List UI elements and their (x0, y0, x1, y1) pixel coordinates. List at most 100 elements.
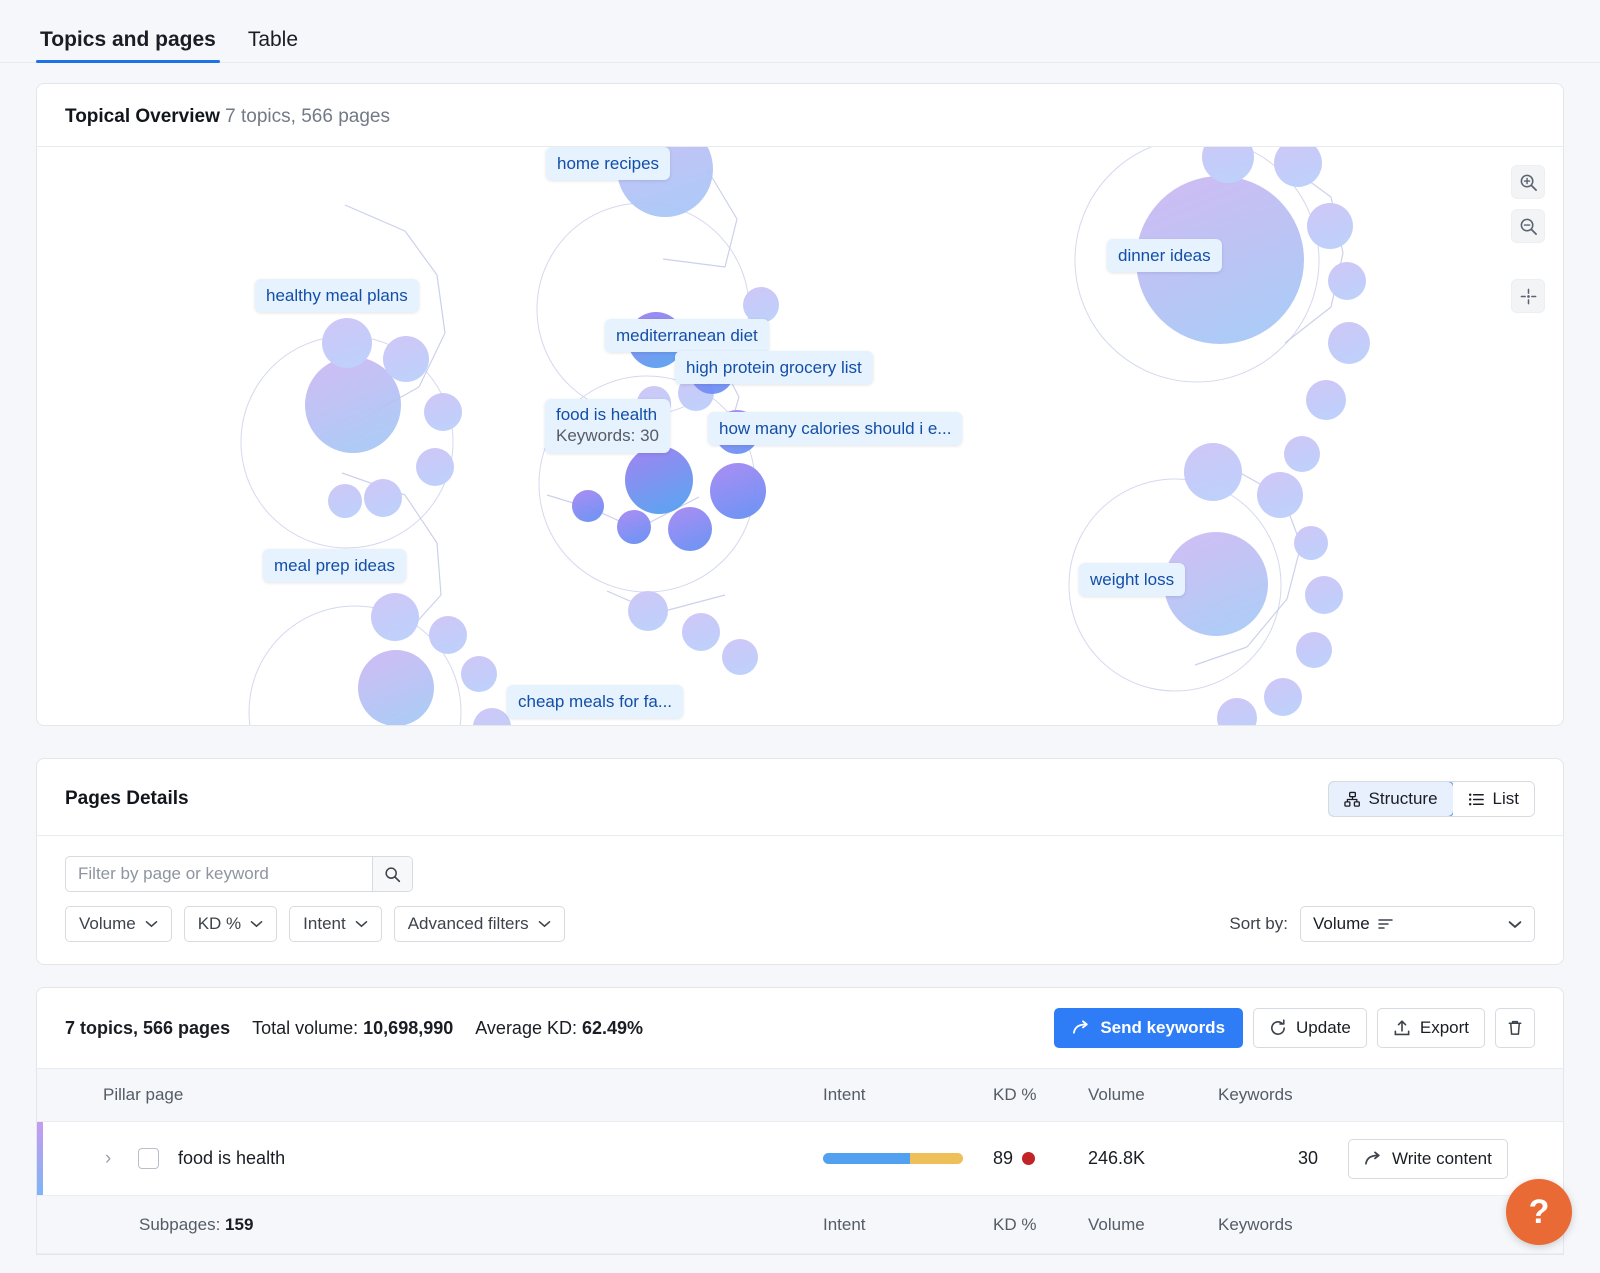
filter-kd[interactable]: KD % (183, 906, 278, 942)
filter-kd-label: KD % (197, 914, 242, 933)
tab-bar: Topics and pages Table (0, 0, 1600, 63)
write-content-button[interactable]: Write content (1348, 1138, 1508, 1179)
graph-node-how-many-calories[interactable]: how many calories should i e... (708, 412, 963, 446)
send-keywords-button[interactable]: Send keywords (1054, 1008, 1244, 1048)
summary-stats: 7 topics, 566 pages Total volume: 10,698… (65, 1018, 643, 1039)
graph-node-food-is-health-keywords: Keywords: 30 (556, 426, 659, 446)
fit-to-screen-button[interactable] (1511, 279, 1545, 313)
pages-table: Pillar page Intent KD % Volume Keywords … (36, 1068, 1564, 1255)
view-toggle-list[interactable]: List (1452, 782, 1534, 816)
graph-node-food-is-health[interactable]: food is health Keywords: 30 (545, 399, 670, 453)
pages-details-header: Pages Details Structure List (37, 759, 1563, 836)
pages-details-title: Pages Details (65, 788, 189, 809)
graph-zoom-controls (1511, 165, 1545, 313)
page-title: Topical Overview 7 topics, 566 pages (65, 106, 390, 128)
filter-intent-label: Intent (303, 914, 346, 933)
zoom-out-icon (1520, 218, 1537, 235)
cluster-dinner-ideas (1136, 147, 1370, 472)
row-keywords: 30 (1297, 1148, 1318, 1168)
chevron-down-icon (145, 921, 158, 928)
filter-volume[interactable]: Volume (65, 906, 172, 942)
zoom-out-button[interactable] (1511, 209, 1545, 243)
th-kd: KD % (993, 1085, 1037, 1104)
cluster-meal-prep-ideas (358, 593, 511, 725)
search-input[interactable] (66, 857, 372, 891)
subpages-header-row: Subpages: 159 Intent KD % Volume Keyword… (37, 1196, 1563, 1254)
summary-average-kd-value: 62.49% (582, 1017, 644, 1038)
view-toggle: Structure List (1327, 781, 1535, 817)
row-kd: 89 (993, 1148, 1088, 1169)
filter-line: Volume KD % Intent Advanced filters Sort (65, 906, 1535, 942)
row-kd-value: 89 (993, 1148, 1014, 1168)
summary-actions: Send keywords Update Export (1054, 1008, 1535, 1048)
filter-advanced[interactable]: Advanced filters (393, 906, 565, 942)
graph-node-dinner-ideas[interactable]: dinner ideas (1107, 239, 1222, 273)
graph-node-weight-loss[interactable]: weight loss (1079, 563, 1186, 597)
update-button[interactable]: Update (1253, 1008, 1367, 1048)
tab-table[interactable]: Table (244, 29, 302, 62)
th-keywords: Keywords (1218, 1085, 1293, 1104)
view-toggle-structure[interactable]: Structure (1328, 782, 1454, 816)
arrow-right-curve-icon (1365, 1150, 1380, 1165)
th-volume: Volume (1088, 1085, 1145, 1104)
topic-graph[interactable]: healthy meal plans home recipes dinner i… (37, 147, 1563, 725)
tab-topics-and-pages[interactable]: Topics and pages (36, 29, 220, 63)
summary-total-volume-value: 10,698,990 (363, 1017, 454, 1038)
arrow-right-curve-icon (1073, 1020, 1089, 1034)
summary-total-volume: Total volume: 10,698,990 (252, 1018, 453, 1039)
summary-row: 7 topics, 566 pages Total volume: 10,698… (37, 988, 1563, 1068)
view-toggle-list-label: List (1492, 789, 1519, 808)
search-button[interactable] (372, 857, 412, 891)
graph-node-cheap-meals[interactable]: cheap meals for fa... (507, 685, 684, 719)
subpages-count: Subpages: 159 (139, 1215, 253, 1234)
row-volume: 246.8K (1088, 1148, 1146, 1168)
filters-row: Volume KD % Intent Advanced filters Sort (37, 836, 1563, 964)
topical-overview-header: Topical Overview 7 topics, 566 pages (37, 84, 1563, 147)
pages-details-card: Pages Details Structure List Filter by p… (36, 758, 1564, 965)
sort-control: Sort by: Volume (1229, 906, 1535, 942)
cluster-healthy-meal-plans (305, 318, 462, 518)
export-button[interactable]: Export (1376, 1008, 1485, 1048)
row-pillar-page-name: food is health (178, 1148, 286, 1168)
graph-node-mediterranean-diet[interactable]: mediterranean diet (605, 319, 769, 353)
filter-intent[interactable]: Intent (289, 906, 382, 942)
graph-node-meal-prep-ideas[interactable]: meal prep ideas (263, 549, 406, 583)
update-label: Update (1296, 1018, 1351, 1037)
filter-advanced-label: Advanced filters (407, 914, 529, 933)
search-icon (385, 866, 401, 882)
topical-overview-subtitle: 7 topics, 566 pages (225, 106, 390, 127)
list-icon (1468, 793, 1484, 805)
help-button[interactable]: ? (1506, 1179, 1572, 1245)
write-content-label: Write content (1392, 1148, 1492, 1168)
filter-search-box[interactable] (65, 856, 413, 892)
summary-bar: 7 topics, 566 pages Total volume: 10,698… (36, 987, 1564, 1068)
sort-by-select[interactable]: Volume (1300, 906, 1535, 942)
delete-button[interactable] (1495, 1008, 1535, 1048)
sort-by-value: Volume (1313, 914, 1370, 933)
zoom-in-button[interactable] (1511, 165, 1545, 199)
trash-icon (1508, 1020, 1522, 1035)
sort-desc-icon (1377, 919, 1393, 929)
sort-by-label: Sort by: (1229, 914, 1288, 933)
row-checkbox[interactable] (138, 1148, 159, 1169)
th-pillar-page: Pillar page (103, 1085, 184, 1104)
graph-node-home-recipes[interactable]: home recipes (546, 147, 671, 181)
chevron-down-icon (355, 921, 368, 928)
table-row[interactable]: › food is health 89 246.8K 30 Write cont… (37, 1122, 1563, 1196)
expand-row-chevron-icon[interactable]: › (105, 1148, 111, 1170)
graph-node-high-protein-grocery-list[interactable]: high protein grocery list (675, 351, 873, 385)
graph-node-healthy-meal-plans[interactable]: healthy meal plans (255, 279, 419, 313)
topical-overview-card: Topical Overview 7 topics, 566 pages hea… (36, 83, 1564, 726)
chevron-down-icon (250, 921, 263, 928)
graph-node-food-is-health-title: food is health (556, 405, 658, 424)
summary-average-kd: Average KD: 62.49% (475, 1018, 643, 1039)
cluster-weight-loss (1164, 443, 1343, 725)
structure-icon (1343, 791, 1360, 807)
th-intent: Intent (823, 1085, 866, 1104)
row-intent (823, 1153, 993, 1164)
send-keywords-label: Send keywords (1100, 1018, 1226, 1037)
kd-severity-dot (1022, 1152, 1036, 1165)
subth-intent: Intent (823, 1214, 866, 1234)
intent-segment-informational (823, 1153, 910, 1164)
subth-keywords: Keywords (1218, 1214, 1293, 1234)
